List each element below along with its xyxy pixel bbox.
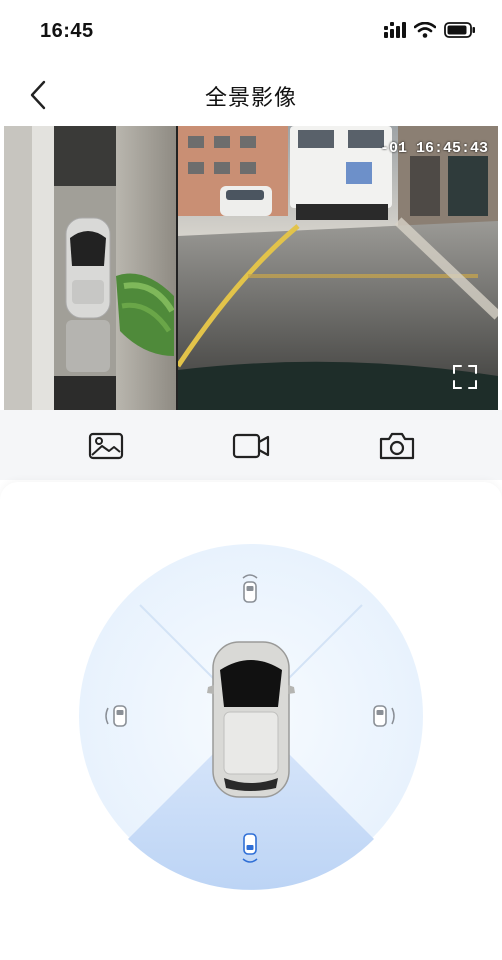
nav-bar: 全景影像 — [0, 64, 502, 126]
rear-camera-view: -01 16:45:43 — [178, 126, 498, 410]
wifi-icon — [414, 22, 436, 38]
camera-selector-dial — [79, 544, 423, 890]
status-time: 16:45 — [40, 20, 94, 42]
status-icons — [384, 22, 476, 38]
signal-icon — [384, 22, 406, 38]
video-record-icon[interactable] — [231, 430, 271, 462]
gallery-icon[interactable] — [86, 430, 126, 462]
video-timestamp: -01 16:45:43 — [379, 140, 488, 157]
top-down-view — [4, 126, 176, 410]
page-title: 全景影像 — [204, 85, 297, 110]
fullscreen-icon[interactable] — [452, 364, 478, 390]
battery-icon — [444, 22, 475, 38]
panorama-video[interactable]: -01 16:45:43 — [4, 126, 498, 410]
camera-selector-panel — [0, 482, 502, 960]
car-top-view — [207, 641, 295, 798]
status-bar: 16:45 — [0, 0, 502, 64]
media-toolbar — [0, 410, 502, 480]
camera-icon[interactable] — [377, 430, 417, 462]
